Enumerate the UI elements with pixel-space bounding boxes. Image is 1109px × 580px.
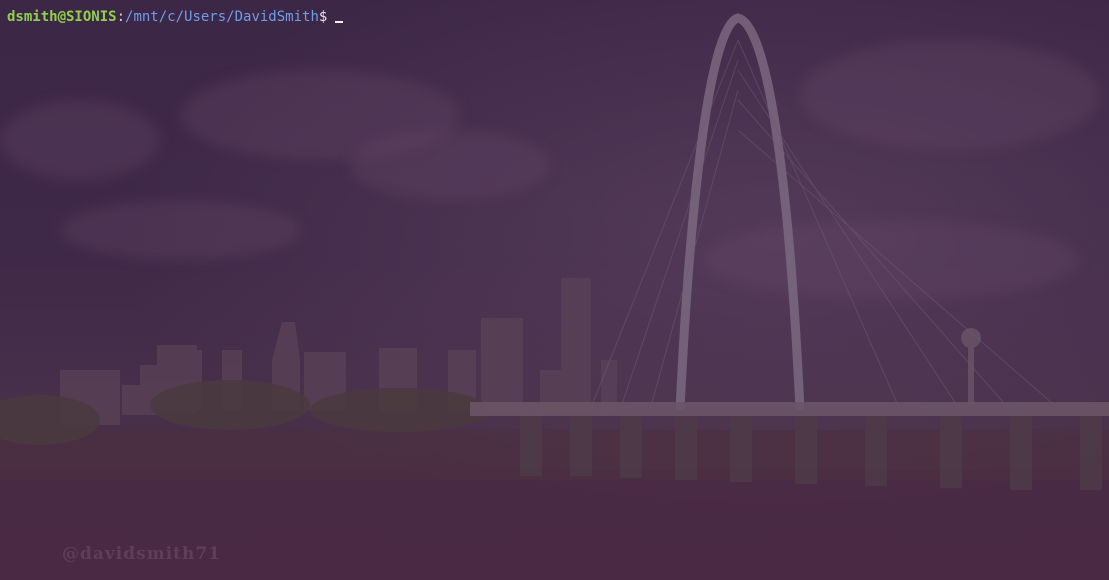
watermark-text: @davidsmith71 (62, 544, 222, 564)
prompt-separator: : (116, 9, 126, 25)
shell-prompt[interactable]: dsmith@SIONIS:/mnt/c/Users/DavidSmith$ (7, 8, 344, 26)
prompt-path: /mnt/c/Users/DavidSmith (125, 9, 319, 25)
prompt-symbol: $ (318, 9, 328, 25)
prompt-user-host: dsmith@SIONIS (7, 9, 117, 25)
dallas-skyline-photo (0, 13, 1109, 580)
terminal-background-image: @davidsmith71 (0, 0, 1109, 580)
text-cursor (335, 21, 344, 23)
